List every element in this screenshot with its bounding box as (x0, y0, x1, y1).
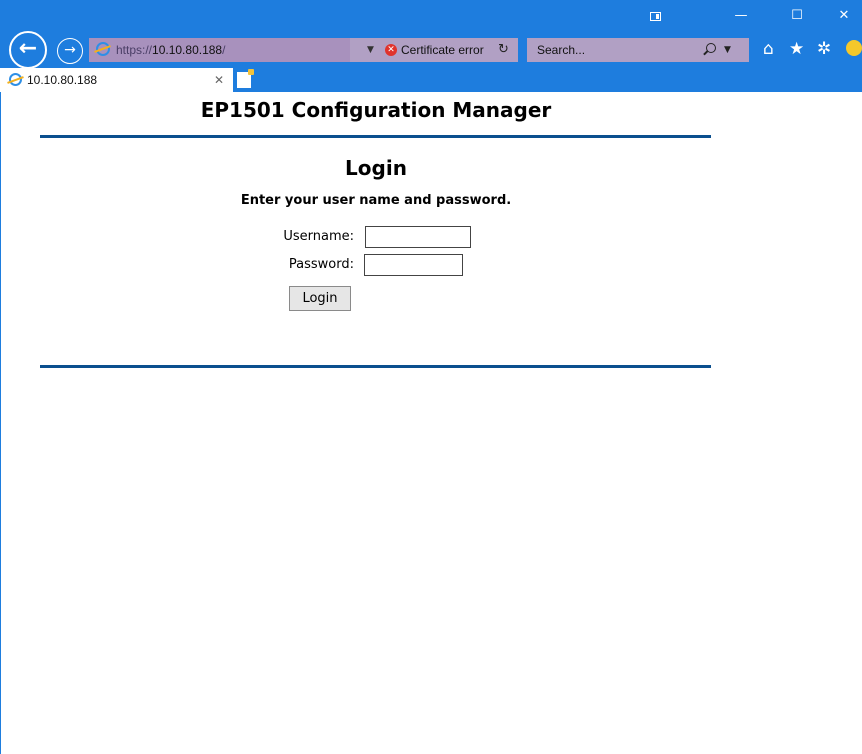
top-divider (40, 135, 711, 138)
tab-title[interactable]: 10.10.80.188 (27, 68, 97, 92)
minimize-button[interactable]: — (718, 0, 764, 30)
back-arrow-icon[interactable]: ← (9, 31, 47, 69)
address-url-area[interactable]: https://10.10.80.188/ (89, 38, 350, 62)
page-content: EP1501 Configuration Manager Login Enter… (0, 92, 862, 754)
certificate-error-icon[interactable]: ✕ (385, 44, 397, 56)
home-icon[interactable]: ⌂ (763, 36, 774, 62)
search-box[interactable]: Search... ▼ (527, 38, 749, 62)
search-input[interactable]: Search... (537, 38, 585, 62)
bottom-divider (40, 365, 711, 368)
search-icon[interactable] (706, 43, 716, 53)
login-heading: Login (345, 156, 407, 180)
refresh-icon[interactable]: ↻ (498, 38, 509, 62)
maximize-button[interactable]: ☐ (774, 0, 820, 30)
ie-site-icon (96, 42, 110, 56)
close-tab-icon[interactable]: ✕ (214, 68, 224, 92)
tab-ie-icon (9, 73, 22, 86)
login-instructions: Enter your user name and password. (240, 193, 512, 208)
page-title: EP1501 Configuration Manager (200, 98, 552, 122)
url-host: 10.10.80.188 (152, 43, 223, 57)
new-tab-icon[interactable] (237, 69, 254, 88)
browser-titlebar: — ☐ ✕ ← → https://10.10.80.188/ ▼ ✕ Cert… (0, 0, 862, 69)
close-window-button[interactable]: ✕ (821, 0, 862, 30)
star-icon[interactable]: ★ (789, 36, 804, 62)
certificate-error-label[interactable]: Certificate error (401, 38, 484, 62)
tab-strip: 10.10.80.188 ✕ (0, 68, 862, 92)
password-field[interactable] (364, 254, 463, 276)
gear-icon[interactable]: ✲ (817, 36, 831, 62)
password-label: Password: (288, 257, 354, 272)
url-protocol: https:// (116, 43, 153, 57)
address-bar[interactable]: https://10.10.80.188/ ▼ ✕ Certificate er… (89, 38, 518, 62)
tablet-mode-icon[interactable] (650, 12, 661, 21)
address-dropdown-icon[interactable]: ▼ (367, 38, 374, 62)
forward-arrow-icon[interactable]: → (57, 38, 83, 64)
tab-active[interactable]: 10.10.80.188 ✕ (0, 68, 233, 92)
username-label: Username: (283, 229, 354, 244)
login-button[interactable]: Login (289, 286, 351, 311)
address-url[interactable]: https://10.10.80.188/ (116, 38, 225, 62)
search-provider-dropdown-icon[interactable]: ▼ (724, 38, 731, 62)
url-suffix: / (222, 43, 226, 57)
smiley-icon[interactable] (846, 40, 862, 56)
username-field[interactable] (365, 226, 471, 248)
